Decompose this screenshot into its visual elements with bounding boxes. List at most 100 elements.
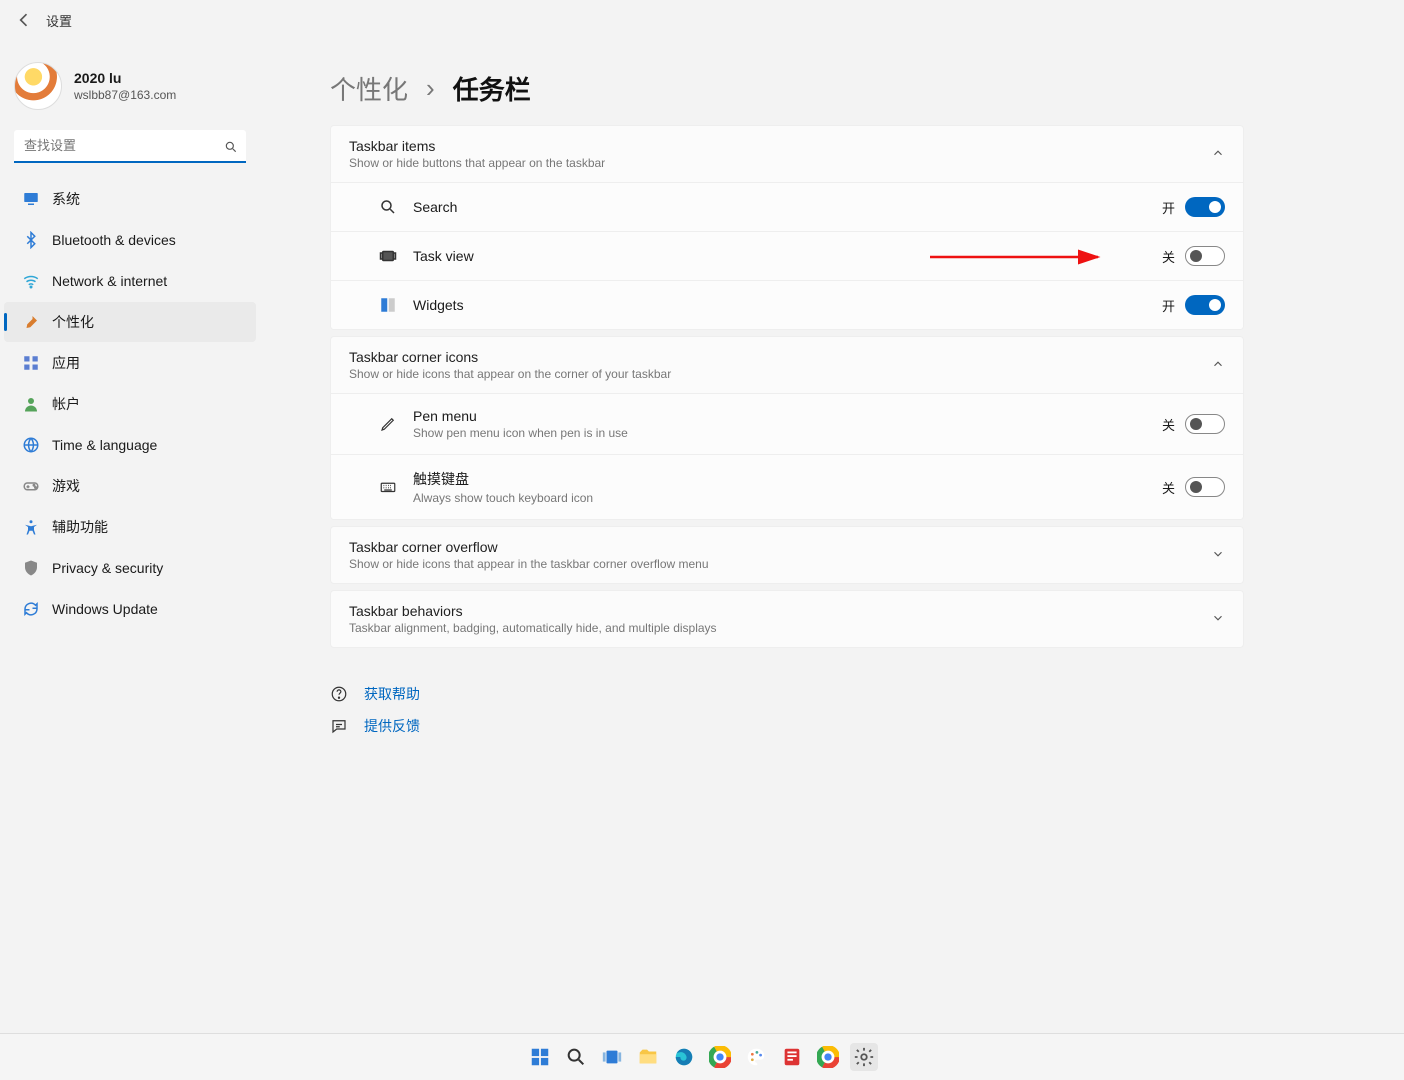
accessibility-icon — [22, 518, 40, 536]
link-help[interactable]: 获取帮助 — [330, 678, 1244, 710]
row-label: Widgets — [413, 297, 464, 313]
section-behaviors: Taskbar behaviorsTaskbar alignment, badg… — [330, 590, 1244, 648]
search-icon — [224, 140, 238, 154]
section-title: Taskbar corner overflow — [349, 539, 709, 555]
row-sublabel: Always show touch keyboard icon — [413, 491, 593, 505]
monitor-icon — [22, 190, 40, 208]
row-task-view: Task view 关 — [331, 231, 1243, 280]
row-label: Pen menu — [413, 408, 628, 424]
chevron-up-icon — [1211, 146, 1225, 163]
sidebar-item-label: 辅助功能 — [52, 517, 108, 537]
sidebar-item-label: Network & internet — [52, 273, 167, 289]
taskbar-chrome2[interactable] — [814, 1043, 842, 1071]
taskbar-start[interactable] — [526, 1043, 554, 1071]
toggle-state-label: 关 — [1162, 415, 1175, 434]
toggle-state-label: 开 — [1162, 198, 1175, 217]
search-input[interactable] — [14, 130, 246, 163]
row-label: 触摸键盘 — [413, 469, 593, 489]
taskbar-chrome[interactable] — [706, 1043, 734, 1071]
chevron-down-icon — [1211, 611, 1225, 628]
taskbar-edge[interactable] — [670, 1043, 698, 1071]
sidebar-item-label: 系统 — [52, 189, 80, 209]
taskbar-settings[interactable] — [850, 1043, 878, 1071]
breadcrumb-parent[interactable]: 个性化 — [330, 70, 408, 107]
link-feedback[interactable]: 提供反馈 — [330, 710, 1244, 742]
taskbar-taskview[interactable] — [598, 1043, 626, 1071]
section-desc: Taskbar alignment, badging, automaticall… — [349, 621, 717, 635]
row-label: Search — [413, 199, 457, 215]
row-search: Search 开 — [331, 182, 1243, 231]
row-触摸键盘: 触摸键盘 Always show touch keyboard icon 关 — [331, 454, 1243, 519]
sidebar-item-bluetooth[interactable]: Bluetooth & devices — [4, 220, 256, 260]
section-header-corner-overflow[interactable]: Taskbar corner overflowShow or hide icon… — [331, 527, 1243, 583]
toggle-state-label: 关 — [1162, 247, 1175, 266]
section-header-taskbar-items[interactable]: Taskbar items Show or hide buttons that a… — [331, 126, 1243, 182]
person-icon — [22, 395, 40, 413]
globe-icon — [22, 436, 40, 454]
taskbar-search[interactable] — [562, 1043, 590, 1071]
sidebar-item-shield[interactable]: Privacy & security — [4, 548, 256, 588]
sidebar-item-apps[interactable]: 应用 — [4, 343, 256, 383]
toggle-widgets[interactable] — [1185, 295, 1225, 315]
link-label: 提供反馈 — [364, 716, 420, 736]
sidebar-item-monitor[interactable]: 系统 — [4, 179, 256, 219]
row-label: Task view — [413, 248, 474, 264]
row-pen-menu: Pen menuShow pen menu icon when pen is i… — [331, 393, 1243, 454]
pen-icon — [379, 415, 397, 433]
apps-icon — [22, 354, 40, 372]
bluetooth-icon — [22, 231, 40, 249]
taskview-icon — [379, 247, 397, 265]
section-corner-overflow: Taskbar corner overflowShow or hide icon… — [330, 526, 1244, 584]
wifi-icon — [22, 272, 40, 290]
section-title: Taskbar items — [349, 138, 605, 154]
sidebar-item-update[interactable]: Windows Update — [4, 589, 256, 629]
chevron-up-icon — [1211, 357, 1225, 374]
gamepad-icon — [22, 477, 40, 495]
toggle-search[interactable] — [1185, 197, 1225, 217]
search-box[interactable] — [14, 130, 246, 163]
taskbar-office[interactable] — [778, 1043, 806, 1071]
row-widgets: Widgets 开 — [331, 280, 1243, 329]
sidebar-item-label: Windows Update — [52, 601, 158, 617]
help-icon — [330, 685, 348, 703]
breadcrumb-separator: › — [426, 73, 435, 104]
section-desc: Show or hide icons that appear on the co… — [349, 367, 671, 381]
sidebar-item-wifi[interactable]: Network & internet — [4, 261, 256, 301]
sidebar-item-gamepad[interactable]: 游戏 — [4, 466, 256, 506]
update-icon — [22, 600, 40, 618]
user-email: wslbb87@163.com — [74, 88, 176, 102]
taskbar-paint[interactable] — [742, 1043, 770, 1071]
sidebar-item-label: 帐户 — [52, 394, 80, 414]
toggle-state-label: 关 — [1162, 478, 1175, 497]
header: 设置 — [14, 10, 72, 30]
toggle-pen-menu[interactable] — [1185, 414, 1225, 434]
sidebar-item-label: 游戏 — [52, 476, 80, 496]
app-title: 设置 — [46, 11, 72, 30]
sidebar-item-label: Bluetooth & devices — [52, 232, 176, 248]
sidebar-item-brush[interactable]: 个性化 — [4, 302, 256, 342]
section-desc: Show or hide buttons that appear on the … — [349, 156, 605, 170]
section-header-corner-icons[interactable]: Taskbar corner iconsShow or hide icons t… — [331, 337, 1243, 393]
chevron-down-icon — [1211, 547, 1225, 564]
toggle-state-label: 开 — [1162, 296, 1175, 315]
section-taskbar-items: Taskbar items Show or hide buttons that a… — [330, 125, 1244, 330]
section-header-behaviors[interactable]: Taskbar behaviorsTaskbar alignment, badg… — [331, 591, 1243, 647]
windows-taskbar — [0, 1033, 1404, 1080]
toggle-触摸键盘[interactable] — [1185, 477, 1225, 497]
sidebar-item-label: Time & language — [52, 437, 157, 453]
section-corner-icons: Taskbar corner iconsShow or hide icons t… — [330, 336, 1244, 520]
sidebar-item-accessibility[interactable]: 辅助功能 — [4, 507, 256, 547]
user-block[interactable]: 2020 lu wslbb87@163.com — [0, 56, 260, 130]
sidebar-item-globe[interactable]: Time & language — [4, 425, 256, 465]
sidebar-item-label: 个性化 — [52, 312, 94, 332]
help-links: 获取帮助提供反馈 — [330, 678, 1244, 742]
toggle-task-view[interactable] — [1185, 246, 1225, 266]
breadcrumb-current: 任务栏 — [453, 70, 531, 107]
user-name: 2020 lu — [74, 70, 176, 86]
breadcrumb: 个性化 › 任务栏 — [330, 70, 1244, 107]
back-button[interactable] — [14, 10, 34, 30]
search-icon — [379, 198, 397, 216]
taskbar-explorer[interactable] — [634, 1043, 662, 1071]
shield-icon — [22, 559, 40, 577]
sidebar-item-person[interactable]: 帐户 — [4, 384, 256, 424]
